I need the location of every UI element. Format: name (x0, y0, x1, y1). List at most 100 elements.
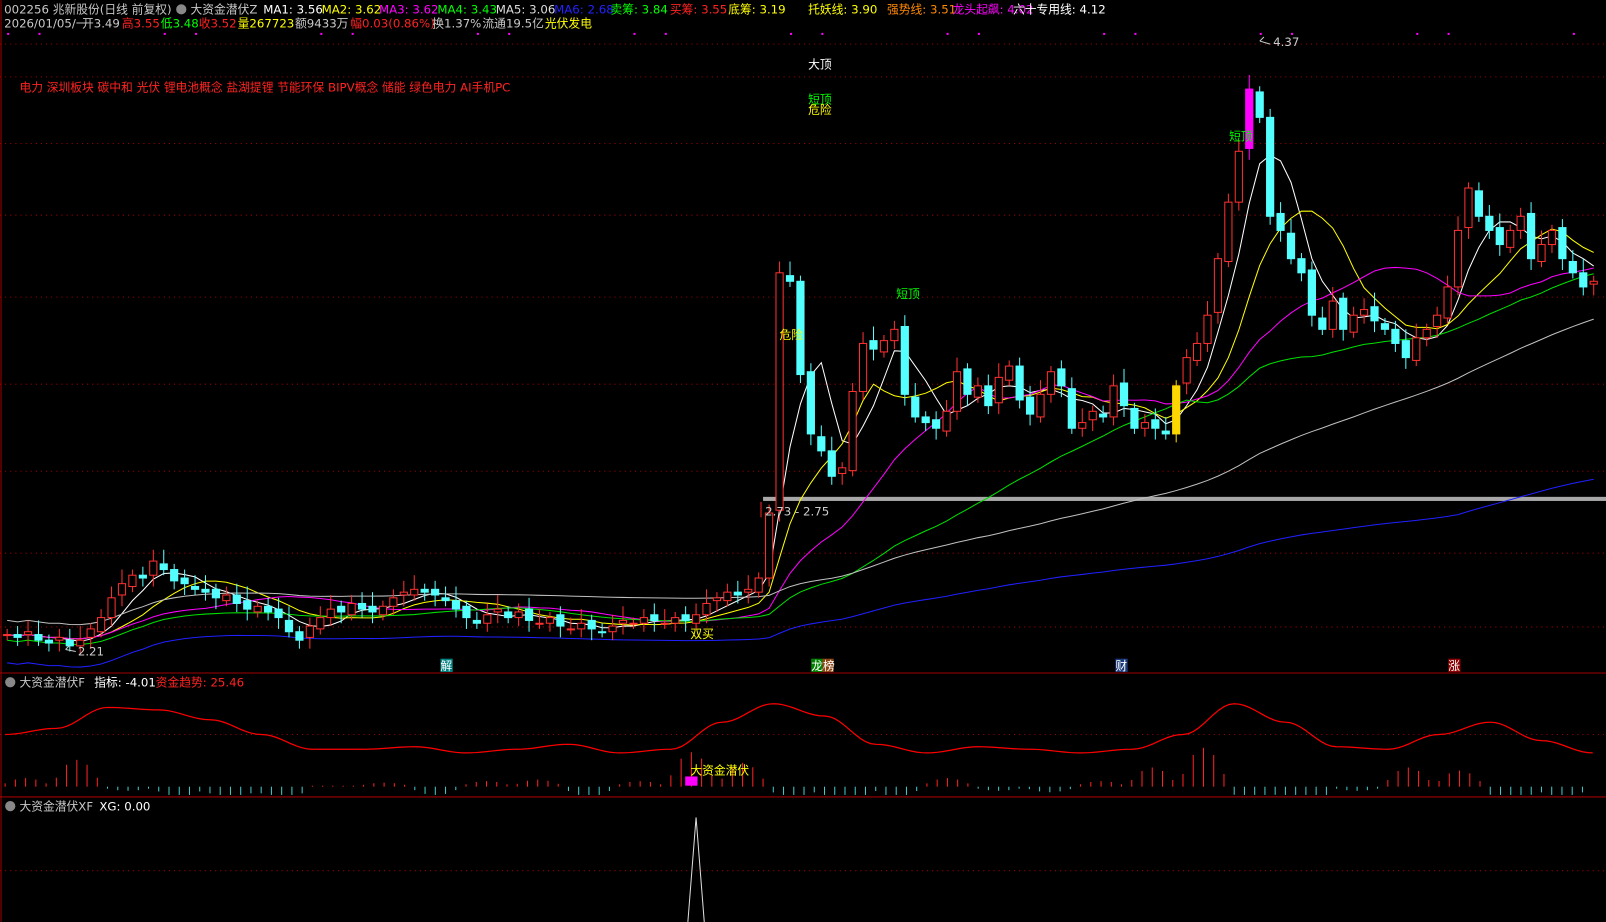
candle-body (337, 605, 346, 613)
grid-lines (0, 43, 1606, 872)
candle-body (305, 625, 314, 638)
candle-body (378, 605, 388, 616)
candle-body (921, 416, 930, 424)
candle-body (1349, 314, 1358, 333)
fund-trend-panel[interactable] (4, 703, 1593, 795)
candle-body (1516, 215, 1525, 231)
candle-body (410, 588, 419, 596)
candlesticks[interactable] (3, 74, 1598, 655)
candle-body (1380, 323, 1390, 330)
candle-body (1057, 368, 1066, 387)
candle-body (1234, 150, 1243, 203)
candle-body (1328, 300, 1337, 330)
candle-body (1088, 410, 1097, 421)
candle-body (399, 591, 408, 596)
signal-dot (1259, 32, 1262, 35)
indicator-menu-icon[interactable] (5, 801, 16, 812)
candle-body (524, 608, 534, 621)
panel2-header: 大资金潜伏F 指标: -4.01 资金趋势: 25.46 (19, 675, 244, 689)
support-zone-label: 2.73 - 2.75 (765, 504, 829, 518)
signal-dot (1416, 32, 1419, 35)
moving-averages (7, 154, 1595, 668)
candle-body (180, 577, 189, 585)
annotation-shuang-mai: 双买 (690, 627, 714, 641)
candle-body (65, 639, 74, 647)
candle-body (848, 390, 857, 472)
candle-body (243, 600, 252, 610)
event-marker-text: 财 (1115, 659, 1127, 673)
candle-body (483, 614, 492, 624)
high-arrow-icon (1259, 36, 1271, 45)
candle-body (368, 605, 377, 613)
candle-body (1412, 337, 1421, 361)
candle-body (1182, 357, 1191, 384)
candle-body (1255, 91, 1264, 118)
annotation-duan-ding: 短顶 (1229, 129, 1253, 143)
candle-body (1036, 393, 1045, 418)
event-marker-text: 龙榜 (811, 659, 835, 673)
signal-dot (195, 32, 198, 35)
indicator-menu-icon[interactable] (5, 677, 16, 688)
candle-body (86, 628, 95, 638)
candle-body (775, 272, 784, 511)
signal-dot (1447, 32, 1450, 35)
candle-body (691, 614, 701, 624)
candle-body (1172, 385, 1181, 435)
candle-body (702, 602, 711, 616)
candle-body (462, 605, 471, 619)
low-price-label: 2.21 (78, 645, 104, 659)
quote-line: 2026/01/05/一 开3.49 高3.55 低3.48 收3.52 量26… (4, 17, 592, 31)
candle-body (535, 622, 544, 625)
signal-dot (633, 32, 636, 35)
candle-body (879, 340, 889, 353)
candle-body (1307, 269, 1316, 316)
candle-body (493, 608, 502, 613)
candle-body (1339, 297, 1348, 330)
candle-body (472, 619, 481, 624)
candle-body (1161, 430, 1170, 435)
candle-body (326, 608, 335, 619)
candle-body (34, 634, 43, 641)
candle-body (1422, 328, 1431, 339)
candle-body (1359, 309, 1369, 316)
signal-dot (946, 32, 949, 35)
candle-body (107, 597, 116, 619)
xg-signal-line (687, 817, 705, 922)
candle-body (1119, 382, 1129, 407)
signal-dot (977, 32, 980, 35)
candle-body (1109, 385, 1118, 418)
candle-body (1276, 212, 1285, 231)
candle-body (629, 622, 638, 625)
signal-dot (1103, 32, 1106, 35)
candle-body (994, 376, 1003, 404)
indicator-menu-icon[interactable] (176, 4, 187, 15)
candle-body (389, 597, 398, 607)
candle-body (431, 588, 440, 596)
signal-block (685, 776, 698, 786)
candle-body (785, 275, 795, 282)
support-zone-bar (763, 496, 1606, 501)
annotation-wei-xian: 危险 (808, 103, 832, 117)
candle-body (712, 597, 722, 602)
candle-body (1151, 419, 1160, 429)
candle-body (1433, 314, 1442, 328)
candle-body (869, 340, 878, 350)
signal-dot (821, 32, 824, 35)
candle-body (952, 371, 962, 412)
candle-body (1495, 227, 1504, 246)
signal-dot (790, 32, 793, 35)
candle-body (357, 602, 367, 610)
candle-body (55, 636, 64, 641)
candle-body (1370, 306, 1379, 322)
candle-body (1526, 212, 1536, 260)
candle-body (1318, 317, 1327, 330)
candle-body (598, 631, 607, 634)
fund-trend-line (5, 703, 1593, 754)
xg-panel[interactable] (687, 817, 705, 922)
candle-body (1537, 244, 1546, 263)
stock-chart[interactable]: 002256 兆新股份(日线 前复权) 大资金潜伏Z MA1: 3.56 MA2… (0, 0, 1606, 922)
candle-body (1297, 258, 1306, 274)
candle-body (890, 328, 899, 342)
concept-tags[interactable]: 电力 深圳板块 碳中和 光伏 锂电池概念 盐湖提锂 节能环保 BIPV概念 储能… (19, 80, 510, 94)
candle-body (13, 634, 22, 638)
